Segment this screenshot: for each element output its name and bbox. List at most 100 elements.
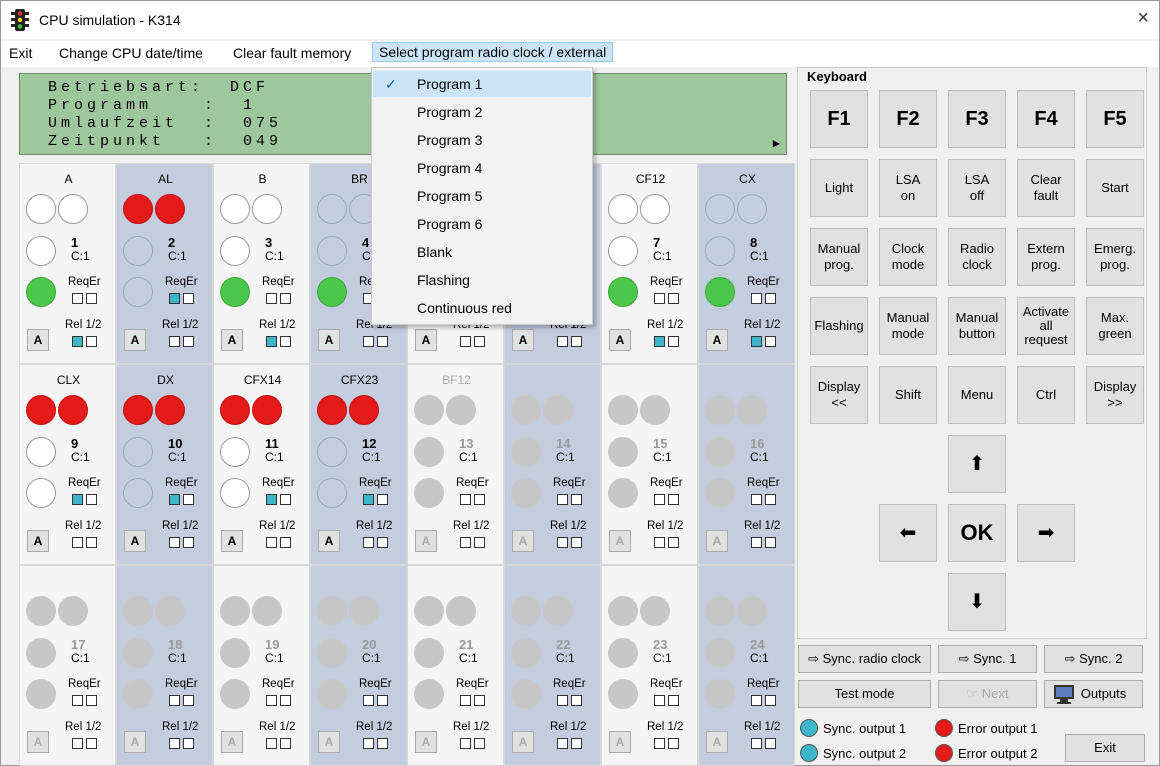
channel-a-button[interactable]: A: [609, 329, 631, 351]
key-fkeys-3[interactable]: F4: [1017, 90, 1075, 148]
relay-1-checkbox[interactable]: [751, 537, 762, 548]
relay-2-checkbox[interactable]: [377, 738, 388, 749]
dropdown-item[interactable]: Program 6: [373, 211, 591, 237]
relay-1-checkbox[interactable]: [72, 738, 83, 749]
relay-2-checkbox[interactable]: [668, 537, 679, 548]
request-checkbox[interactable]: [460, 494, 471, 505]
down-arrow-key[interactable]: ⬇: [948, 573, 1006, 631]
relay-1-checkbox[interactable]: [363, 738, 374, 749]
channel-a-button[interactable]: A: [124, 329, 146, 351]
lcd-scroll-arrow-icon[interactable]: ▶: [773, 136, 780, 154]
error-checkbox[interactable]: [183, 494, 194, 505]
request-checkbox[interactable]: [266, 494, 277, 505]
error-checkbox[interactable]: [280, 293, 291, 304]
dropdown-item[interactable]: Continuous red: [373, 295, 591, 321]
request-checkbox[interactable]: [266, 293, 277, 304]
channel-a-button[interactable]: A: [512, 329, 534, 351]
error-checkbox[interactable]: [474, 695, 485, 706]
key-row2-0[interactable]: Manual prog.: [810, 228, 868, 286]
request-checkbox[interactable]: [169, 293, 180, 304]
channel-a-button[interactable]: A: [415, 530, 437, 552]
channel-a-button[interactable]: A: [318, 329, 340, 351]
key-fkeys-0[interactable]: F1: [810, 90, 868, 148]
key-row1-4[interactable]: Start: [1086, 159, 1144, 217]
relay-1-checkbox[interactable]: [266, 537, 277, 548]
key-row2-1[interactable]: Clock mode: [879, 228, 937, 286]
request-checkbox[interactable]: [751, 695, 762, 706]
request-checkbox[interactable]: [654, 293, 665, 304]
request-checkbox[interactable]: [654, 695, 665, 706]
error-checkbox[interactable]: [377, 494, 388, 505]
channel-a-button[interactable]: A: [609, 731, 631, 753]
relay-1-checkbox[interactable]: [169, 537, 180, 548]
channel-a-button[interactable]: A: [415, 329, 437, 351]
key-row3-4[interactable]: Max. green: [1086, 297, 1144, 355]
relay-2-checkbox[interactable]: [183, 336, 194, 347]
relay-1-checkbox[interactable]: [169, 336, 180, 347]
request-checkbox[interactable]: [266, 695, 277, 706]
request-checkbox[interactable]: [654, 494, 665, 505]
error-checkbox[interactable]: [86, 695, 97, 706]
relay-2-checkbox[interactable]: [474, 537, 485, 548]
request-checkbox[interactable]: [460, 695, 471, 706]
channel-a-button[interactable]: A: [609, 530, 631, 552]
error-checkbox[interactable]: [280, 695, 291, 706]
relay-2-checkbox[interactable]: [183, 738, 194, 749]
exit-button[interactable]: Exit: [1065, 734, 1145, 762]
key-row1-0[interactable]: Light: [810, 159, 868, 217]
channel-a-button[interactable]: A: [318, 530, 340, 552]
dropdown-item[interactable]: Program 4: [373, 155, 591, 181]
key-row4-1[interactable]: Shift: [879, 366, 937, 424]
sync-1-button[interactable]: ⇨ Sync. 1: [938, 645, 1037, 673]
dropdown-item[interactable]: Blank: [373, 239, 591, 265]
channel-a-button[interactable]: A: [27, 731, 49, 753]
relay-1-checkbox[interactable]: [72, 336, 83, 347]
channel-a-button[interactable]: A: [27, 329, 49, 351]
request-checkbox[interactable]: [169, 695, 180, 706]
channel-a-button[interactable]: A: [124, 731, 146, 753]
relay-1-checkbox[interactable]: [654, 537, 665, 548]
error-checkbox[interactable]: [183, 293, 194, 304]
key-row3-1[interactable]: Manual mode: [879, 297, 937, 355]
next-button[interactable]: ☞ Next: [938, 680, 1037, 708]
key-row1-2[interactable]: LSA off: [948, 159, 1006, 217]
channel-a-button[interactable]: A: [221, 329, 243, 351]
error-checkbox[interactable]: [765, 293, 776, 304]
relay-2-checkbox[interactable]: [280, 738, 291, 749]
sync-radio-clock-button[interactable]: ⇨ Sync. radio clock: [798, 645, 931, 673]
relay-2-checkbox[interactable]: [183, 537, 194, 548]
error-checkbox[interactable]: [668, 494, 679, 505]
test-mode-button[interactable]: Test mode: [798, 680, 931, 708]
channel-a-button[interactable]: A: [318, 731, 340, 753]
relay-1-checkbox[interactable]: [654, 738, 665, 749]
relay-2-checkbox[interactable]: [280, 336, 291, 347]
relay-2-checkbox[interactable]: [765, 738, 776, 749]
up-arrow-key[interactable]: ⬆: [948, 435, 1006, 493]
relay-1-checkbox[interactable]: [557, 738, 568, 749]
menu-clear-fault[interactable]: Clear fault memory: [233, 45, 351, 61]
relay-1-checkbox[interactable]: [460, 336, 471, 347]
relay-2-checkbox[interactable]: [571, 336, 582, 347]
channel-a-button[interactable]: A: [706, 329, 728, 351]
relay-1-checkbox[interactable]: [751, 336, 762, 347]
key-row1-1[interactable]: LSA on: [879, 159, 937, 217]
close-icon[interactable]: ×: [1137, 7, 1149, 30]
request-checkbox[interactable]: [557, 695, 568, 706]
relay-2-checkbox[interactable]: [668, 336, 679, 347]
relay-1-checkbox[interactable]: [169, 738, 180, 749]
channel-a-button[interactable]: A: [706, 530, 728, 552]
key-row4-2[interactable]: Menu: [948, 366, 1006, 424]
key-row2-4[interactable]: Emerg. prog.: [1086, 228, 1144, 286]
key-row3-3[interactable]: Activate all request: [1017, 297, 1075, 355]
relay-1-checkbox[interactable]: [460, 738, 471, 749]
key-row3-2[interactable]: Manual button: [948, 297, 1006, 355]
key-row1-3[interactable]: Clear fault: [1017, 159, 1075, 217]
relay-1-checkbox[interactable]: [557, 537, 568, 548]
relay-1-checkbox[interactable]: [72, 537, 83, 548]
key-row2-3[interactable]: Extern prog.: [1017, 228, 1075, 286]
relay-2-checkbox[interactable]: [474, 738, 485, 749]
relay-1-checkbox[interactable]: [654, 336, 665, 347]
relay-2-checkbox[interactable]: [86, 537, 97, 548]
relay-2-checkbox[interactable]: [765, 537, 776, 548]
relay-1-checkbox[interactable]: [751, 738, 762, 749]
